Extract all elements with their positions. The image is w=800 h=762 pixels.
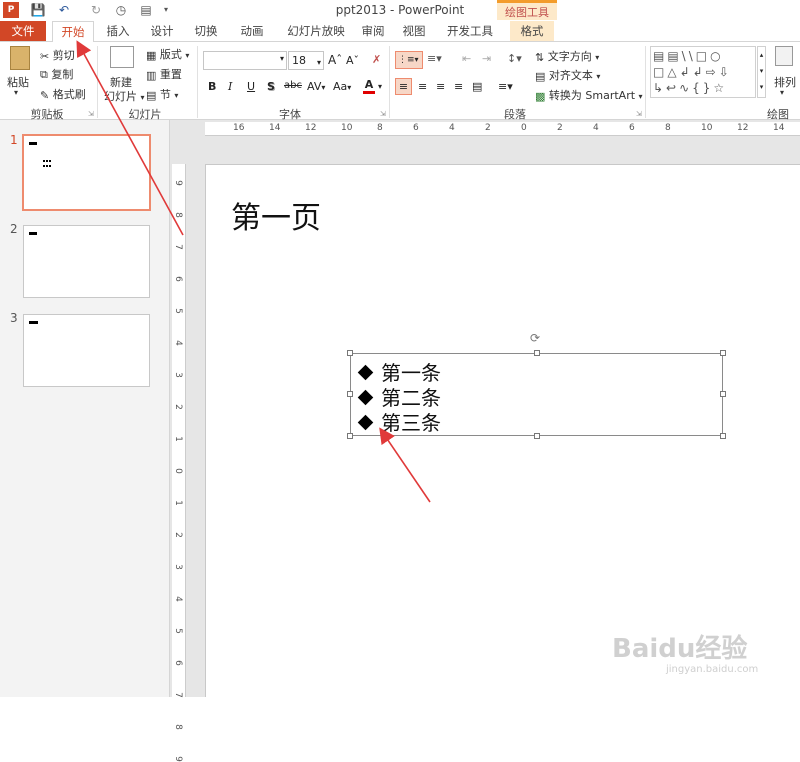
arrow-to-bullets [379, 427, 431, 503]
ruler-tick-label: 9 [172, 756, 183, 762]
watermark-url: jingyan.baidu.com [666, 664, 759, 675]
arrow-to-home-tab [76, 40, 184, 236]
watermark-logo: Baidu经验 [612, 634, 748, 664]
ruler-tick-label: 8 [172, 724, 183, 730]
annotation-arrows [76, 40, 431, 503]
